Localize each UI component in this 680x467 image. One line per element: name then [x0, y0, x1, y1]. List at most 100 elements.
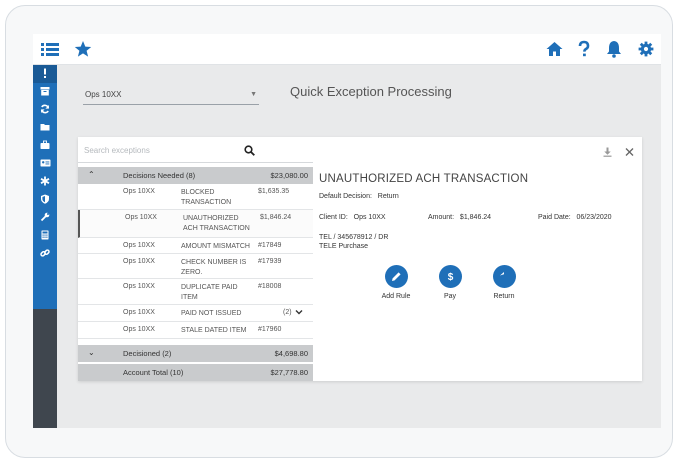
device-frame: Ops 10XX ▼ Quick Exception Processing ⌃ … — [5, 5, 673, 458]
pay-button[interactable]: $ Pay — [425, 265, 475, 300]
link-icon — [40, 245, 50, 263]
return-label: Return — [493, 293, 515, 300]
sidebar-item-wrench[interactable] — [33, 209, 57, 227]
paid-date: Paid Date: 06/23/2020 — [538, 214, 612, 221]
question-icon[interactable] — [578, 39, 590, 59]
home-icon[interactable] — [546, 39, 563, 59]
close-icon[interactable] — [625, 144, 634, 162]
sidebar-item-archive[interactable] — [33, 83, 57, 101]
exclamation-icon — [40, 65, 50, 83]
row-reason: CHECK NUMBER IS ZERO. — [181, 259, 247, 276]
sidebar — [33, 65, 57, 428]
row-account: Ops 10XX — [123, 242, 155, 249]
reply-icon[interactable] — [492, 265, 516, 288]
account-select[interactable]: Ops 10XX ▼ — [83, 85, 259, 105]
table-row-selected[interactable]: Ops 10XX UNAUTHORIZED ACH TRANSACTION $1… — [78, 210, 313, 238]
row-value: #17960 — [258, 326, 282, 333]
folder-icon — [40, 119, 50, 137]
sidebar-item-shield[interactable] — [33, 191, 57, 209]
row-value: #17939 — [258, 258, 282, 265]
download-icon[interactable] — [603, 144, 612, 162]
client-id-label: Client ID: — [319, 214, 348, 221]
briefcase-icon — [40, 137, 50, 155]
table-row[interactable]: Ops 10XX DUPLICATE PAID ITEM #18008 — [78, 279, 313, 305]
star-icon[interactable] — [74, 39, 92, 59]
id-card-icon — [40, 155, 51, 173]
sidebar-nav — [33, 65, 57, 309]
detail-panel: UNAUTHORIZED ACH TRANSACTION Default Dec… — [313, 137, 642, 381]
sidebar-item-briefcase[interactable] — [33, 137, 57, 155]
exception-list: ⌃ Decisions Needed (8) $23,080.00 Ops 10… — [78, 167, 313, 381]
list-icon[interactable] — [41, 39, 59, 59]
row-value: #17849 — [258, 242, 282, 249]
sidebar-item-id-card[interactable] — [33, 155, 57, 173]
table-row[interactable]: Ops 10XX CHECK NUMBER IS ZERO. #17939 — [78, 254, 313, 279]
group-amount: $23,080.00 — [270, 171, 308, 180]
pencil-icon[interactable] — [384, 265, 408, 288]
bell-icon[interactable] — [606, 39, 622, 59]
search-bar — [78, 137, 313, 163]
paid-date-label: Paid Date: — [538, 214, 571, 221]
row-count: (2) — [283, 309, 292, 316]
svg-text:$: $ — [447, 272, 453, 282]
main-content: Ops 10XX ▼ Quick Exception Processing ⌃ … — [57, 65, 661, 428]
amount-value: $1,846.24 — [459, 214, 492, 221]
row-account: Ops 10XX — [125, 214, 157, 221]
sidebar-item-exceptions[interactable] — [33, 65, 57, 83]
top-bar — [33, 34, 661, 65]
search-icon[interactable] — [244, 143, 255, 161]
row-reason: AMOUNT MISMATCH — [181, 243, 250, 250]
row-account: Ops 10XX — [123, 326, 155, 333]
sidebar-item-link[interactable] — [33, 245, 57, 263]
reference-line-2: TELE Purchase — [319, 243, 369, 250]
sidebar-item-asterisk[interactable] — [33, 173, 57, 191]
chevron-down-icon[interactable]: ⌄ — [88, 348, 95, 357]
total-label: Account Total (10) — [123, 368, 184, 377]
page-title: Quick Exception Processing — [290, 84, 452, 99]
group-label: Decisioned (2) — [123, 349, 172, 358]
detail-title: UNAUTHORIZED ACH TRANSACTION — [319, 173, 529, 185]
row-reason: DUPLICATE PAID ITEM — [181, 284, 238, 301]
client-id-value: Ops 10XX — [353, 214, 386, 221]
add-rule-button[interactable]: Add Rule — [371, 265, 421, 300]
chevron-down-icon[interactable] — [295, 308, 303, 318]
wrench-icon — [40, 209, 50, 227]
group-decisions-needed[interactable]: ⌃ Decisions Needed (8) $23,080.00 — [78, 167, 313, 184]
amount-label: Amount: — [428, 214, 455, 221]
group-decisioned[interactable]: ⌄ Decisioned (2) $4,698.80 — [78, 345, 313, 362]
dollar-icon[interactable]: $ — [438, 265, 462, 288]
account-select-value: Ops 10XX — [85, 90, 122, 99]
table-row[interactable]: Ops 10XX BLOCKED TRANSACTION $1,635.35 — [78, 184, 313, 210]
chevron-up-icon[interactable]: ⌃ — [88, 170, 95, 179]
table-row[interactable]: Ops 10XX PAID NOT ISSUED (2) — [78, 305, 313, 322]
row-reason: BLOCKED TRANSACTION — [181, 189, 232, 206]
sidebar-item-refresh[interactable] — [33, 101, 57, 119]
default-decision-value: Return — [377, 193, 399, 200]
group-label: Decisions Needed (8) — [123, 171, 196, 180]
add-rule-label: Add Rule — [381, 293, 411, 300]
sidebar-item-folder[interactable] — [33, 119, 57, 137]
row-account: Ops 10XX — [123, 283, 155, 290]
total-amount: $27,778.80 — [270, 368, 308, 377]
row-account: Ops 10XX — [123, 258, 155, 265]
row-value: $1,846.24 — [260, 214, 292, 221]
table-row[interactable]: Ops 10XX STALE DATED ITEM #17960 — [78, 322, 313, 339]
table-row[interactable]: Ops 10XX AMOUNT MISMATCH #17849 — [78, 238, 313, 254]
card-tools — [603, 144, 634, 162]
default-decision: Default Decision: Return — [319, 193, 399, 200]
client-id: Client ID: Ops 10XX — [319, 214, 386, 221]
return-button[interactable]: Return — [479, 265, 529, 300]
app-screen: Ops 10XX ▼ Quick Exception Processing ⌃ … — [33, 34, 661, 428]
gear-icon[interactable] — [638, 39, 654, 59]
amount: Amount: $1,846.24 — [428, 214, 491, 221]
asterisk-icon — [40, 173, 50, 191]
search-input[interactable] — [84, 143, 234, 157]
row-reason: PAID NOT ISSUED — [181, 310, 242, 317]
account-total-row: Account Total (10) $27,778.80 — [78, 364, 313, 381]
row-value: $1,635.35 — [258, 188, 290, 195]
pay-label: Pay — [443, 293, 457, 300]
shield-icon — [40, 191, 50, 209]
sidebar-item-calculator[interactable] — [33, 227, 57, 245]
calculator-icon — [40, 227, 50, 245]
reference-line-1: TEL / 345678912 / DR — [319, 234, 389, 241]
